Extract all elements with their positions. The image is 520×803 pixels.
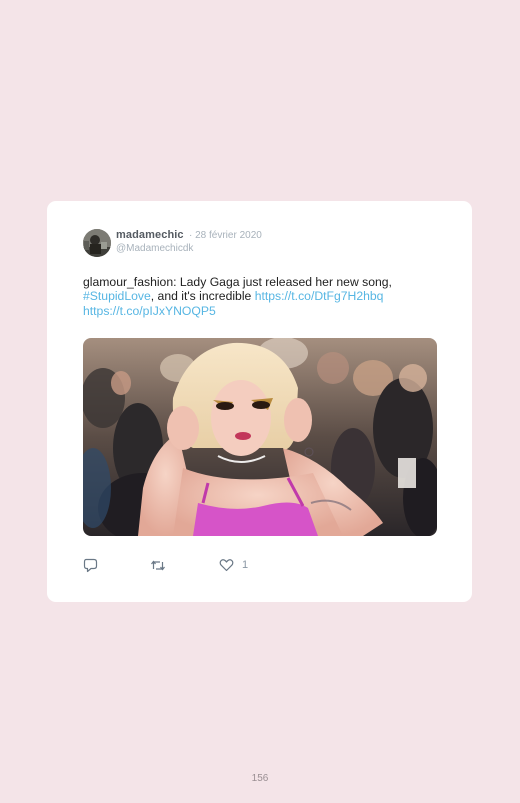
user-handle[interactable]: @Madamechicdk xyxy=(116,243,193,254)
like-button[interactable]: 1 xyxy=(219,558,248,572)
tweet-photo-image xyxy=(83,338,437,536)
avatar[interactable] xyxy=(83,229,111,257)
tweet-text-part1: glamour_fashion: Lady Gaga just released… xyxy=(83,275,392,289)
tweet-link-1[interactable]: https://t.co/DtFg7H2hbq xyxy=(255,289,384,303)
avatar-image xyxy=(83,229,111,257)
reply-button[interactable] xyxy=(83,558,98,573)
retweet-icon xyxy=(150,558,166,573)
retweet-button[interactable] xyxy=(150,558,166,573)
tweet-text-part2: , and it's incredible xyxy=(150,289,255,304)
tweet-date[interactable]: · 28 février 2020 xyxy=(189,230,262,241)
user-name[interactable]: madamechic xyxy=(116,229,184,241)
reply-icon xyxy=(83,558,98,573)
like-count: 1 xyxy=(242,559,249,571)
page-number: 156 xyxy=(251,773,269,784)
tweet-photo[interactable] xyxy=(83,338,437,536)
tweet-text: glamour_fashion: Lady Gaga just released… xyxy=(83,275,443,318)
tweet-card: madamechic · 28 février 2020 @Madamechic… xyxy=(47,201,472,602)
tweet-link-2[interactable]: https://t.co/pIJxYNOQP5 xyxy=(83,304,216,318)
hashtag-link[interactable]: #StupidLove xyxy=(83,289,151,303)
heart-icon xyxy=(219,558,234,572)
